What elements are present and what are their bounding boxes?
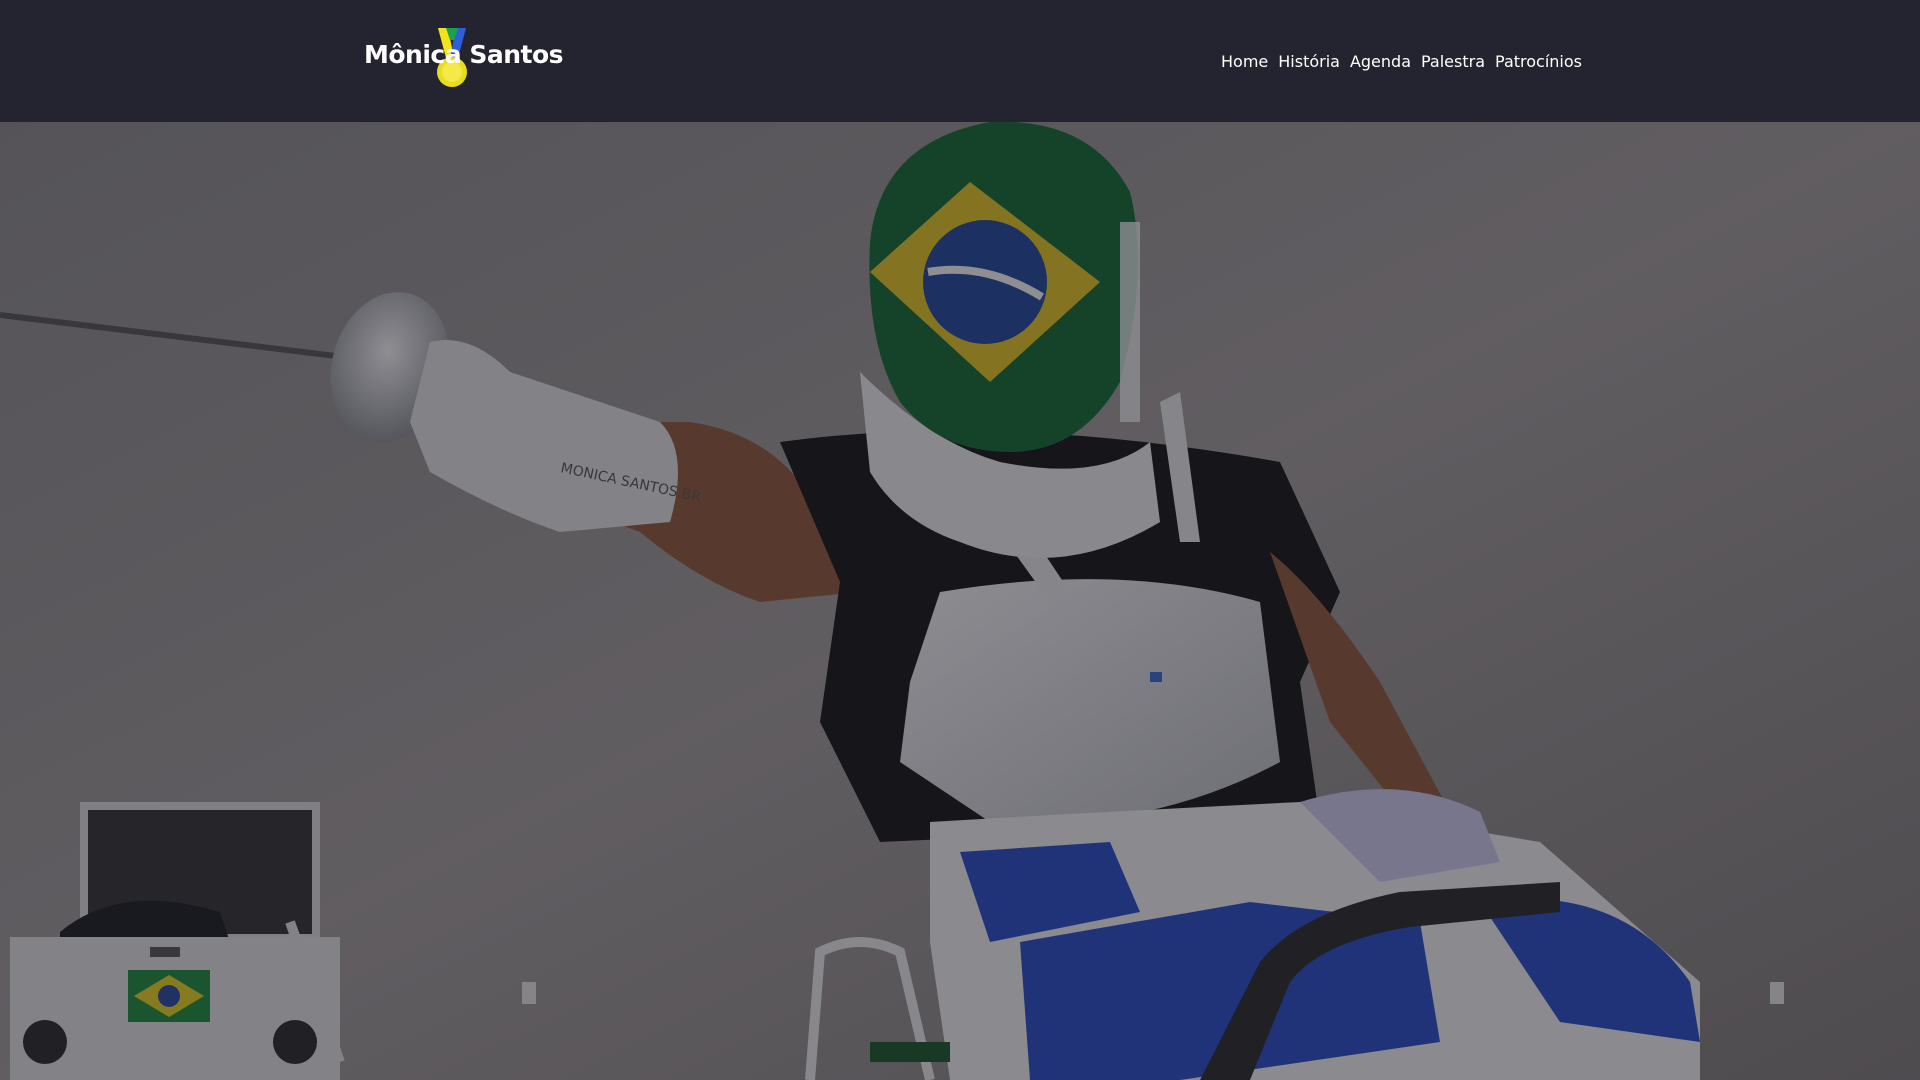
nav-home[interactable]: Home [1221, 52, 1268, 71]
hero-image: MONICA SANTOS BR [0, 122, 1920, 1080]
fencer-photo: MONICA SANTOS BR [0, 122, 1920, 1080]
brand-name: Mônica Santos [364, 40, 564, 69]
nav-palestra[interactable]: Palestra [1421, 52, 1485, 71]
site-header: Mônica Santos Home História Agenda Pales… [0, 0, 1920, 122]
nav-historia[interactable]: História [1278, 52, 1340, 71]
nav-agenda[interactable]: Agenda [1350, 52, 1411, 71]
nav-patrocinios[interactable]: Patrocínios [1495, 52, 1582, 71]
main-nav: Home História Agenda Palestra Patrocínio… [1221, 52, 1582, 71]
logo[interactable]: Mônica Santos [364, 26, 564, 96]
